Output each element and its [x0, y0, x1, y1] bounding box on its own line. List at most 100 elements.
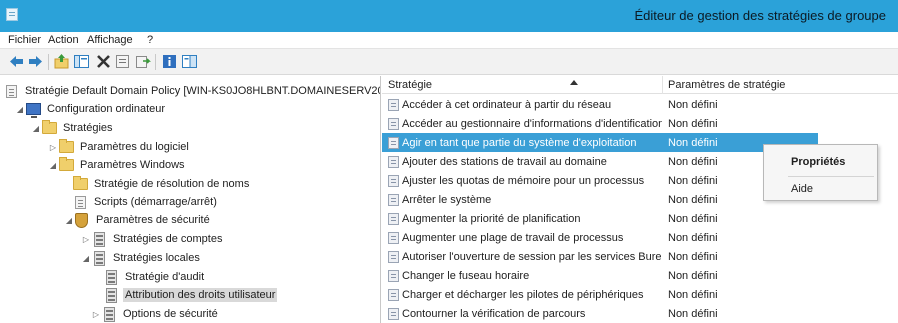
- policy-name: Ajouter des stations de travail au domai…: [402, 156, 607, 168]
- window-title: Éditeur de gestion des stratégies de gro…: [634, 8, 886, 23]
- toolbar-separator: [155, 54, 156, 70]
- folder-icon: [42, 120, 57, 134]
- show-pane-icon[interactable]: [181, 53, 198, 70]
- tree-item-label: Scripts (démarrage/arrêt): [94, 196, 217, 208]
- column-divider[interactable]: [662, 76, 663, 94]
- policy-value: Non défini: [668, 232, 718, 244]
- policy-stack-icon: [94, 250, 105, 266]
- policy-document-icon: [6, 84, 17, 98]
- up-folder-icon[interactable]: [53, 53, 70, 70]
- title-bar: Éditeur de gestion des stratégies de gro…: [0, 0, 898, 32]
- column-header-policy[interactable]: Stratégie: [388, 79, 432, 91]
- delete-icon[interactable]: [95, 53, 112, 70]
- tree-item-security-settings[interactable]: ◢ Paramètres de sécurité: [63, 211, 212, 229]
- help-icon[interactable]: [161, 53, 178, 70]
- policy-name: Augmenter la priorité de planification: [402, 213, 581, 225]
- properties-icon[interactable]: [114, 53, 131, 70]
- menu-affichage[interactable]: Affichage: [87, 34, 133, 46]
- policy-value: Non défini: [668, 118, 718, 130]
- tree-item-label: Options de sécurité: [123, 308, 218, 320]
- policy-item-icon: [388, 308, 399, 320]
- context-menu-properties[interactable]: Propriétés: [764, 151, 877, 173]
- tree-item-label: Stratégie Default Domain Policy [WIN-KS0…: [25, 85, 380, 97]
- policy-item-icon: [388, 270, 399, 282]
- tree-item-windows-settings[interactable]: ◢ Paramètres Windows: [47, 156, 187, 174]
- collapsed-arrow-icon[interactable]: ▷: [80, 235, 92, 244]
- expanded-arrow-icon[interactable]: ◢: [80, 254, 92, 263]
- policy-value: Non défini: [668, 289, 718, 301]
- console-tree[interactable]: Stratégie Default Domain Policy [WIN-KS0…: [0, 76, 381, 323]
- menu-fichier[interactable]: Fichier: [8, 34, 41, 46]
- tree-item-label: Stratégies de comptes: [113, 233, 223, 245]
- expanded-arrow-icon[interactable]: ◢: [30, 124, 42, 133]
- tree-item-label: Stratégies locales: [113, 252, 200, 264]
- expanded-arrow-icon[interactable]: ◢: [14, 105, 26, 114]
- list-item[interactable]: Autoriser l'ouverture de session par les…: [382, 247, 898, 266]
- policy-item-icon: [388, 251, 399, 263]
- tree-item-local-policies[interactable]: ◢ Stratégies locales: [80, 249, 202, 267]
- list-item[interactable]: Accéder à cet ordinateur à partir du rés…: [382, 95, 898, 114]
- policy-name: Accéder à cet ordinateur à partir du rés…: [402, 99, 612, 111]
- security-shield-icon: [75, 212, 88, 228]
- policy-item-icon: [388, 194, 399, 206]
- tree-item-name-resolution[interactable]: Stratégie de résolution de noms: [73, 175, 251, 193]
- tree-item-root-policy[interactable]: Stratégie Default Domain Policy [WIN-KS0…: [4, 82, 380, 100]
- show-hide-tree-icon[interactable]: [73, 53, 90, 70]
- tree-item-user-rights-assignment[interactable]: Attribution des droits utilisateur: [104, 286, 278, 304]
- list-item[interactable]: Changer le fuseau horaire Non défini: [382, 266, 898, 285]
- list-item[interactable]: Augmenter la priorité de planification N…: [382, 209, 898, 228]
- list-item[interactable]: Augmenter une plage de travail de proces…: [382, 228, 898, 247]
- list-item[interactable]: Accéder au gestionnaire d'informations d…: [382, 114, 898, 133]
- toolbar-separator: [48, 54, 49, 70]
- toolbar: [0, 48, 898, 75]
- script-document-icon: [75, 195, 86, 209]
- context-menu-separator: [788, 176, 874, 177]
- policy-value: Non défini: [668, 213, 718, 225]
- menu-help[interactable]: ?: [147, 34, 153, 46]
- tree-item-software-settings[interactable]: ▷ Paramètres du logiciel: [47, 138, 191, 156]
- policy-name: Charger et décharger les pilotes de péri…: [402, 289, 644, 301]
- menu-action[interactable]: Action: [48, 34, 79, 46]
- policy-item-icon: [388, 156, 399, 168]
- tree-item-computer-configuration[interactable]: ◢ Configuration ordinateur: [14, 100, 167, 118]
- list-item-selected[interactable]: Agir en tant que partie du système d'exp…: [382, 133, 818, 152]
- tree-item-label: Paramètres du logiciel: [80, 141, 189, 153]
- policy-value: Non défini: [668, 175, 718, 187]
- tree-item-label: Stratégie de résolution de noms: [94, 178, 250, 190]
- policy-value: Non défini: [668, 270, 718, 282]
- collapsed-arrow-icon[interactable]: ▷: [90, 310, 102, 319]
- tree-item-audit-policy[interactable]: Stratégie d'audit: [104, 268, 206, 286]
- list-item[interactable]: Contourner la vérification de parcours N…: [382, 304, 898, 323]
- policy-item-icon: [388, 175, 399, 187]
- tree-item-scripts[interactable]: Scripts (démarrage/arrêt): [73, 193, 219, 211]
- policy-value: Non défini: [668, 308, 718, 320]
- policy-stack-icon: [106, 269, 117, 285]
- list-item[interactable]: Charger et décharger les pilotes de péri…: [382, 285, 898, 304]
- policy-stack-icon: [104, 306, 115, 322]
- tree-item-label: Paramètres de sécurité: [96, 214, 210, 226]
- menu-bar: Fichier Action Affichage ?: [0, 32, 898, 48]
- context-menu-help[interactable]: Aide: [764, 178, 877, 200]
- folder-icon: [73, 176, 88, 190]
- policy-item-icon: [388, 213, 399, 225]
- policy-name: Accéder au gestionnaire d'informations d…: [402, 118, 662, 130]
- export-icon[interactable]: [134, 53, 151, 70]
- tree-item-security-options[interactable]: ▷ Options de sécurité: [90, 305, 220, 323]
- expanded-arrow-icon[interactable]: ◢: [63, 216, 75, 225]
- tree-item-strategies[interactable]: ◢ Stratégies: [30, 119, 115, 137]
- tree-item-account-policies[interactable]: ▷ Stratégies de comptes: [80, 230, 224, 248]
- tree-item-label: Configuration ordinateur: [47, 103, 166, 115]
- policy-stack-icon: [106, 287, 117, 303]
- expanded-arrow-icon[interactable]: ◢: [47, 161, 59, 170]
- back-arrow-icon[interactable]: [8, 53, 25, 70]
- policy-name: Autoriser l'ouverture de session par les…: [402, 251, 662, 263]
- policy-value: Non défini: [668, 99, 718, 111]
- policy-name: Ajuster les quotas de mémoire pour un pr…: [402, 175, 645, 187]
- forward-arrow-icon[interactable]: [27, 53, 44, 70]
- sort-ascending-icon: [570, 80, 578, 85]
- collapsed-arrow-icon[interactable]: ▷: [47, 143, 59, 152]
- column-header-setting[interactable]: Paramètres de stratégie: [668, 79, 785, 91]
- policy-item-icon: [388, 289, 399, 301]
- tree-item-label: Paramètres Windows: [80, 159, 185, 171]
- policy-value: Non défini: [668, 156, 718, 168]
